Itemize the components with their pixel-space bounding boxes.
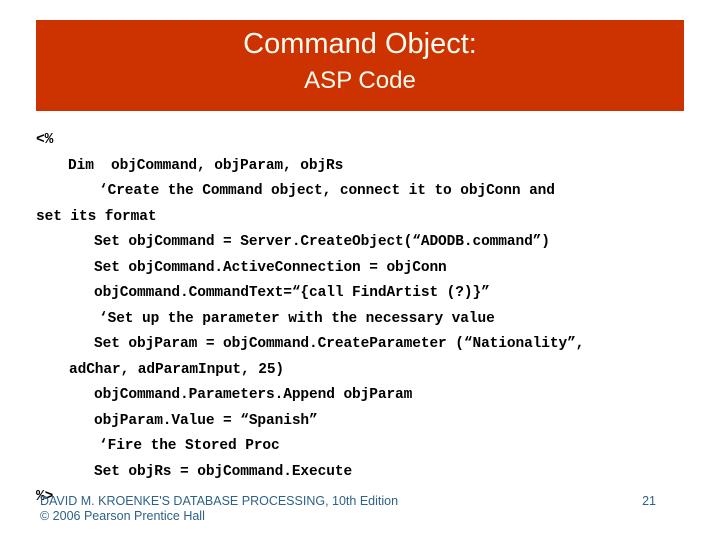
code-line: Set objParam = objCommand.CreateParamete… xyxy=(94,336,585,352)
page-title: Command Object: xyxy=(243,28,477,60)
code-line: ‘Set up the parameter with the necessary… xyxy=(99,310,495,327)
code-line: ‘Create the Command object, connect it t… xyxy=(99,183,555,199)
code-line: Set objCommand = Server.CreateObject(“AD… xyxy=(94,234,550,250)
code-line: Dim objCommand, objParam, objRs xyxy=(68,157,344,174)
code-line: objCommand.Parameters.Append objParam xyxy=(94,387,413,403)
code-line: ‘Fire the Stored Proc xyxy=(99,438,280,454)
footer-credit-line-1: DAVID M. KROENKE'S DATABASE PROCESSING, … xyxy=(40,494,399,508)
page-subtitle: ASP Code xyxy=(304,67,416,94)
footer-credit-line-2: © 2006 Pearson Prentice Hall xyxy=(40,509,205,523)
slide-footer: DAVID M. KROENKE'S DATABASE PROCESSING, … xyxy=(40,494,680,524)
title-banner: Command Object: ASP Code xyxy=(36,20,684,111)
code-line: adChar, adParamInput, 25) xyxy=(69,361,285,378)
code-line: set its format xyxy=(36,208,157,225)
code-line: objCommand.CommandText=“{call FindArtist… xyxy=(94,285,490,301)
code-listing: <% Dim objCommand, objParam, objRs ‘Create… xyxy=(36,128,684,511)
code-line: Set objRs = objCommand.Execute xyxy=(94,463,353,480)
footer-credit: DAVID M. KROENKE'S DATABASE PROCESSING, … xyxy=(40,494,398,524)
code-line: Set objCommand.ActiveConnection = objCon… xyxy=(94,259,447,276)
code-line: <% xyxy=(36,132,54,148)
code-line: objParam.Value = “Spanish” xyxy=(94,412,318,429)
page-number: 21 xyxy=(642,494,656,508)
